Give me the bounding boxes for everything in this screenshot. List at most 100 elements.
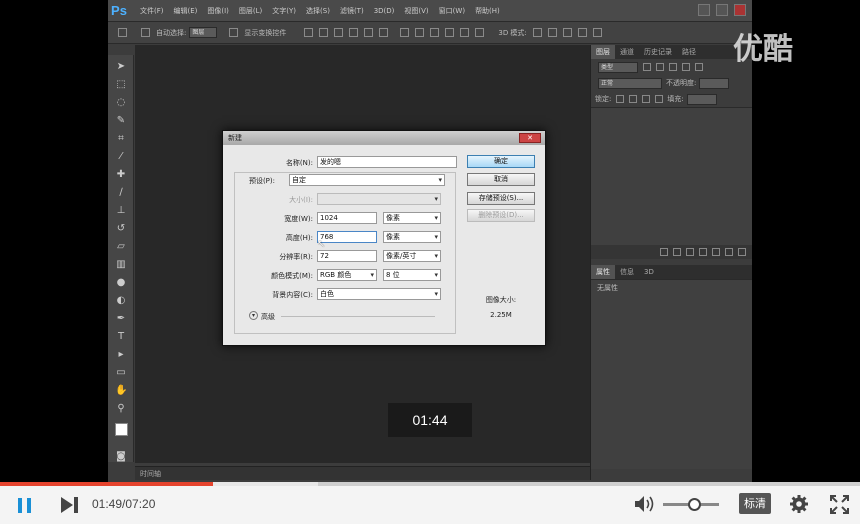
menu-image[interactable]: 图像(I) xyxy=(207,6,229,16)
name-input[interactable]: 发的嗯 xyxy=(317,156,457,168)
menu-file[interactable]: 文件(F) xyxy=(140,6,164,16)
width-unit-select[interactable]: 像素 xyxy=(383,212,441,224)
distribute-middle-icon[interactable] xyxy=(415,28,425,37)
show-transform-checkbox[interactable] xyxy=(229,28,239,37)
gradient-tool-icon[interactable]: ▥ xyxy=(115,259,127,271)
layer-filter-dropdown[interactable]: 类型 xyxy=(598,61,638,73)
filter-adjust-icon[interactable] xyxy=(656,63,664,71)
volume-knob[interactable] xyxy=(687,498,701,511)
quick-select-tool-icon[interactable]: ✎ xyxy=(115,115,127,127)
fill-field[interactable] xyxy=(686,93,717,105)
shape-tool-icon[interactable]: ▭ xyxy=(115,367,127,379)
history-brush-tool-icon[interactable]: ↺ xyxy=(115,223,127,235)
path-select-tool-icon[interactable]: ▸ xyxy=(115,349,127,361)
distribute-bottom-icon[interactable] xyxy=(430,28,440,37)
pause-button[interactable] xyxy=(16,496,36,516)
tab-layers[interactable]: 图层 xyxy=(591,45,615,59)
auto-select-checkbox[interactable] xyxy=(141,28,150,37)
maximize-icon[interactable] xyxy=(716,4,728,16)
tab-properties[interactable]: 属性 xyxy=(591,265,615,279)
menu-edit[interactable]: 编辑(E) xyxy=(174,6,198,16)
layer-style-icon[interactable] xyxy=(673,248,681,256)
menu-layer[interactable]: 图层(L) xyxy=(239,6,262,16)
advanced-toggle-icon[interactable]: ▾ xyxy=(249,311,258,320)
slide-3d-icon[interactable] xyxy=(577,28,587,37)
distribute-right-icon[interactable] xyxy=(475,28,485,37)
move-tool-icon[interactable]: ➤ xyxy=(115,61,127,73)
width-input[interactable]: 1024 xyxy=(317,212,377,224)
clone-stamp-tool-icon[interactable]: ⊥ xyxy=(115,205,127,217)
filter-type-icon[interactable] xyxy=(669,63,677,71)
timeline-tab[interactable]: 时间轴 xyxy=(135,466,590,480)
menu-view[interactable]: 视图(V) xyxy=(404,6,428,16)
orbit-3d-icon[interactable] xyxy=(532,28,542,37)
lock-image-icon[interactable] xyxy=(629,95,638,103)
zoom-tool-icon[interactable]: ⚲ xyxy=(115,403,127,415)
distribute-center-icon[interactable] xyxy=(460,28,470,37)
blur-tool-icon[interactable]: ● xyxy=(115,277,127,289)
tab-info[interactable]: 信息 xyxy=(615,265,639,279)
advanced-label[interactable]: 高级 xyxy=(261,312,275,322)
height-unit-select[interactable]: 像素 xyxy=(383,231,441,243)
color-mode-select[interactable]: RGB 颜色 xyxy=(317,269,377,281)
brush-tool-icon[interactable]: ∕ xyxy=(115,187,127,199)
distribute-top-icon[interactable] xyxy=(400,28,410,37)
align-left-icon[interactable] xyxy=(349,28,359,37)
dialog-close-icon[interactable]: ✕ xyxy=(519,133,541,143)
fullscreen-icon[interactable] xyxy=(830,495,849,514)
layers-list[interactable] xyxy=(591,107,752,245)
new-layer-icon[interactable] xyxy=(725,248,733,256)
layer-mask-icon[interactable] xyxy=(686,248,694,256)
delete-preset-button[interactable]: 删除预设(D)... xyxy=(467,209,535,222)
ok-button[interactable]: 确定 xyxy=(467,155,535,168)
auto-select-dropdown[interactable]: 图层 xyxy=(189,27,218,38)
foreground-color-swatch[interactable] xyxy=(115,423,128,436)
lock-position-icon[interactable] xyxy=(642,95,651,103)
align-right-icon[interactable] xyxy=(379,28,389,37)
blend-mode-dropdown[interactable]: 正常 xyxy=(598,77,662,89)
tab-paths[interactable]: 路径 xyxy=(677,45,701,59)
background-select[interactable]: 白色 xyxy=(317,288,441,300)
size-select[interactable] xyxy=(317,193,441,205)
resolution-unit-select[interactable]: 像素/英寸 xyxy=(383,250,441,262)
pan-3d-icon[interactable] xyxy=(562,28,572,37)
bit-depth-select[interactable]: 8 位 xyxy=(383,269,441,281)
close-window-icon[interactable] xyxy=(734,4,746,16)
cancel-button[interactable]: 取消 xyxy=(467,173,535,186)
tab-channels[interactable]: 通道 xyxy=(615,45,639,59)
settings-gear-icon[interactable] xyxy=(789,494,809,514)
filter-smart-icon[interactable] xyxy=(695,63,703,71)
distribute-left-icon[interactable] xyxy=(445,28,455,37)
dodge-tool-icon[interactable]: ◐ xyxy=(115,295,127,307)
lock-all-icon[interactable] xyxy=(655,95,664,103)
tab-history[interactable]: 历史记录 xyxy=(639,45,677,59)
progress-track[interactable] xyxy=(0,482,860,486)
new-group-icon[interactable] xyxy=(712,248,720,256)
eraser-tool-icon[interactable]: ▱ xyxy=(115,241,127,253)
marquee-tool-icon[interactable]: ⬚ xyxy=(115,79,127,91)
hand-tool-icon[interactable]: ✋ xyxy=(115,385,127,397)
volume-icon[interactable] xyxy=(634,495,656,513)
menu-filter[interactable]: 滤镜(T) xyxy=(340,6,364,16)
adjustment-layer-icon[interactable] xyxy=(699,248,707,256)
crop-tool-icon[interactable]: ⌗ xyxy=(115,133,127,145)
eyedropper-tool-icon[interactable]: ⁄ xyxy=(115,151,127,163)
next-icon[interactable] xyxy=(60,496,80,514)
menu-type[interactable]: 文字(Y) xyxy=(272,6,296,16)
filter-shape-icon[interactable] xyxy=(682,63,690,71)
quick-mask-icon[interactable]: ◙ xyxy=(115,451,127,463)
lasso-tool-icon[interactable]: ◌ xyxy=(115,97,127,109)
save-preset-button[interactable]: 存储预设(S)... xyxy=(467,192,535,205)
link-layers-icon[interactable] xyxy=(660,248,668,256)
healing-brush-tool-icon[interactable]: ✚ xyxy=(115,169,127,181)
height-input[interactable]: 768 xyxy=(317,231,377,243)
menu-select[interactable]: 选择(S) xyxy=(306,6,330,16)
opacity-field[interactable] xyxy=(699,77,730,89)
tab-3d[interactable]: 3D xyxy=(639,265,659,279)
align-center-icon[interactable] xyxy=(364,28,374,37)
preset-select[interactable]: 自定 xyxy=(289,174,445,186)
type-tool-icon[interactable]: T xyxy=(115,331,127,343)
pen-tool-icon[interactable]: ✒ xyxy=(115,313,127,325)
lock-transparent-icon[interactable] xyxy=(616,95,625,103)
menu-help[interactable]: 帮助(H) xyxy=(475,6,500,16)
